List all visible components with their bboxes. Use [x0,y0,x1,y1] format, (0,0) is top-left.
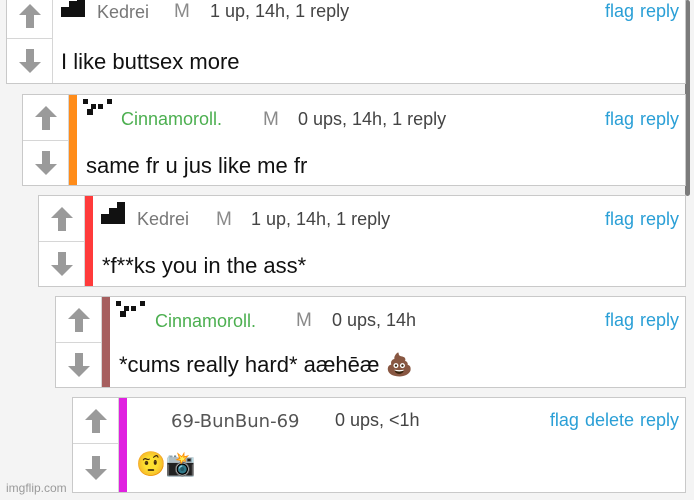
user-flair: M [174,1,190,22]
reply-link[interactable]: reply [640,209,679,230]
comment-meta: 1 up, 14h, 1 reply [251,209,391,229]
comment-username[interactable]: Cinnamoroll. [155,311,256,332]
comment-username[interactable]: Cinnamoroll. [121,109,222,130]
comment-body: 🤨📸 [136,451,196,478]
comment-2: Cinnamoroll. M 0 ups, 14h, 1 reply flag … [22,94,686,186]
arrow-up-icon [35,105,57,130]
downvote-button[interactable] [56,342,102,387]
watermark: imgflip.com [6,481,67,495]
upvote-button[interactable] [23,95,69,141]
comment-username[interactable]: 69-BunBun-69 [171,411,300,432]
vote-column [39,196,85,286]
user-flair: M [296,310,312,331]
flag-link[interactable]: flag [605,109,634,130]
comment-actions: flag reply [605,1,679,22]
comment-meta: 0 ups, <1h [335,410,420,430]
downvote-button[interactable] [39,241,85,286]
pixel-block-avatar[interactable] [99,202,131,224]
vote-column [7,0,53,83]
vote-column [56,297,102,387]
comment-body: *f**ks you in the ass* [102,253,307,278]
arrow-down-icon [35,150,57,175]
user-flair: M [216,209,232,230]
reply-link[interactable]: reply [640,410,679,431]
upvote-button[interactable] [7,0,53,39]
downvote-button[interactable] [7,38,53,83]
pixel-dots-avatar[interactable] [83,99,115,121]
comment-body: I like buttsex more [61,49,240,74]
arrow-up-icon [19,3,41,28]
delete-link[interactable]: delete [585,410,634,431]
arrow-up-icon [51,206,73,231]
comment-meta: 1 up, 14h, 1 reply [210,1,350,21]
arrow-up-icon [85,408,107,433]
comment-meta: 0 ups, 14h, 1 reply [298,109,447,129]
comment-body: same fr u jus like me fr [86,153,308,178]
thread-depth-stripe [85,196,93,286]
upvote-button[interactable] [73,398,119,444]
flag-link[interactable]: flag [605,209,634,230]
comment-actions: flag delete reply [550,410,679,431]
comment-3: Kedrei M 1 up, 14h, 1 reply flag reply *… [38,195,686,287]
comment-5: 69-BunBun-69 0 ups, <1h flag delete repl… [72,397,686,493]
comment-username[interactable]: Kedrei [137,209,189,230]
reply-link[interactable]: reply [640,109,679,130]
arrow-down-icon [68,352,90,377]
upvote-button[interactable] [39,196,85,242]
comment-actions: flag reply [605,310,679,331]
arrow-down-icon [85,456,107,480]
thread-depth-stripe [119,398,127,492]
comment-username[interactable]: Kedrei [97,2,149,23]
arrow-down-icon [51,251,73,276]
thread-depth-stripe [102,297,110,387]
flag-link[interactable]: flag [605,1,634,22]
arrow-down-icon [19,48,41,73]
comment-1: Kedrei M 1 up, 14h, 1 reply flag reply I… [6,0,686,84]
comment-meta: 0 ups, 14h [332,310,417,330]
comment-actions: flag reply [605,109,679,130]
comment-actions: flag reply [605,209,679,230]
reply-link[interactable]: reply [640,310,679,331]
arrow-up-icon [68,307,90,332]
pixel-block-avatar[interactable] [59,0,91,17]
downvote-button[interactable] [23,140,69,185]
thread-depth-stripe [69,95,77,185]
flag-link[interactable]: flag [550,410,579,431]
comment-4: Cinnamoroll. M 0 ups, 14h flag reply *cu… [55,296,686,388]
upvote-button[interactable] [56,297,102,343]
user-flair: M [263,109,279,130]
comment-body: *cums really hard* aæhēæ 💩 [119,352,413,377]
downvote-button[interactable] [73,444,119,492]
vote-column [23,95,69,185]
flag-link[interactable]: flag [605,310,634,331]
pixel-dots-avatar[interactable] [116,301,148,323]
vote-column [73,398,119,492]
reply-link[interactable]: reply [640,1,679,22]
